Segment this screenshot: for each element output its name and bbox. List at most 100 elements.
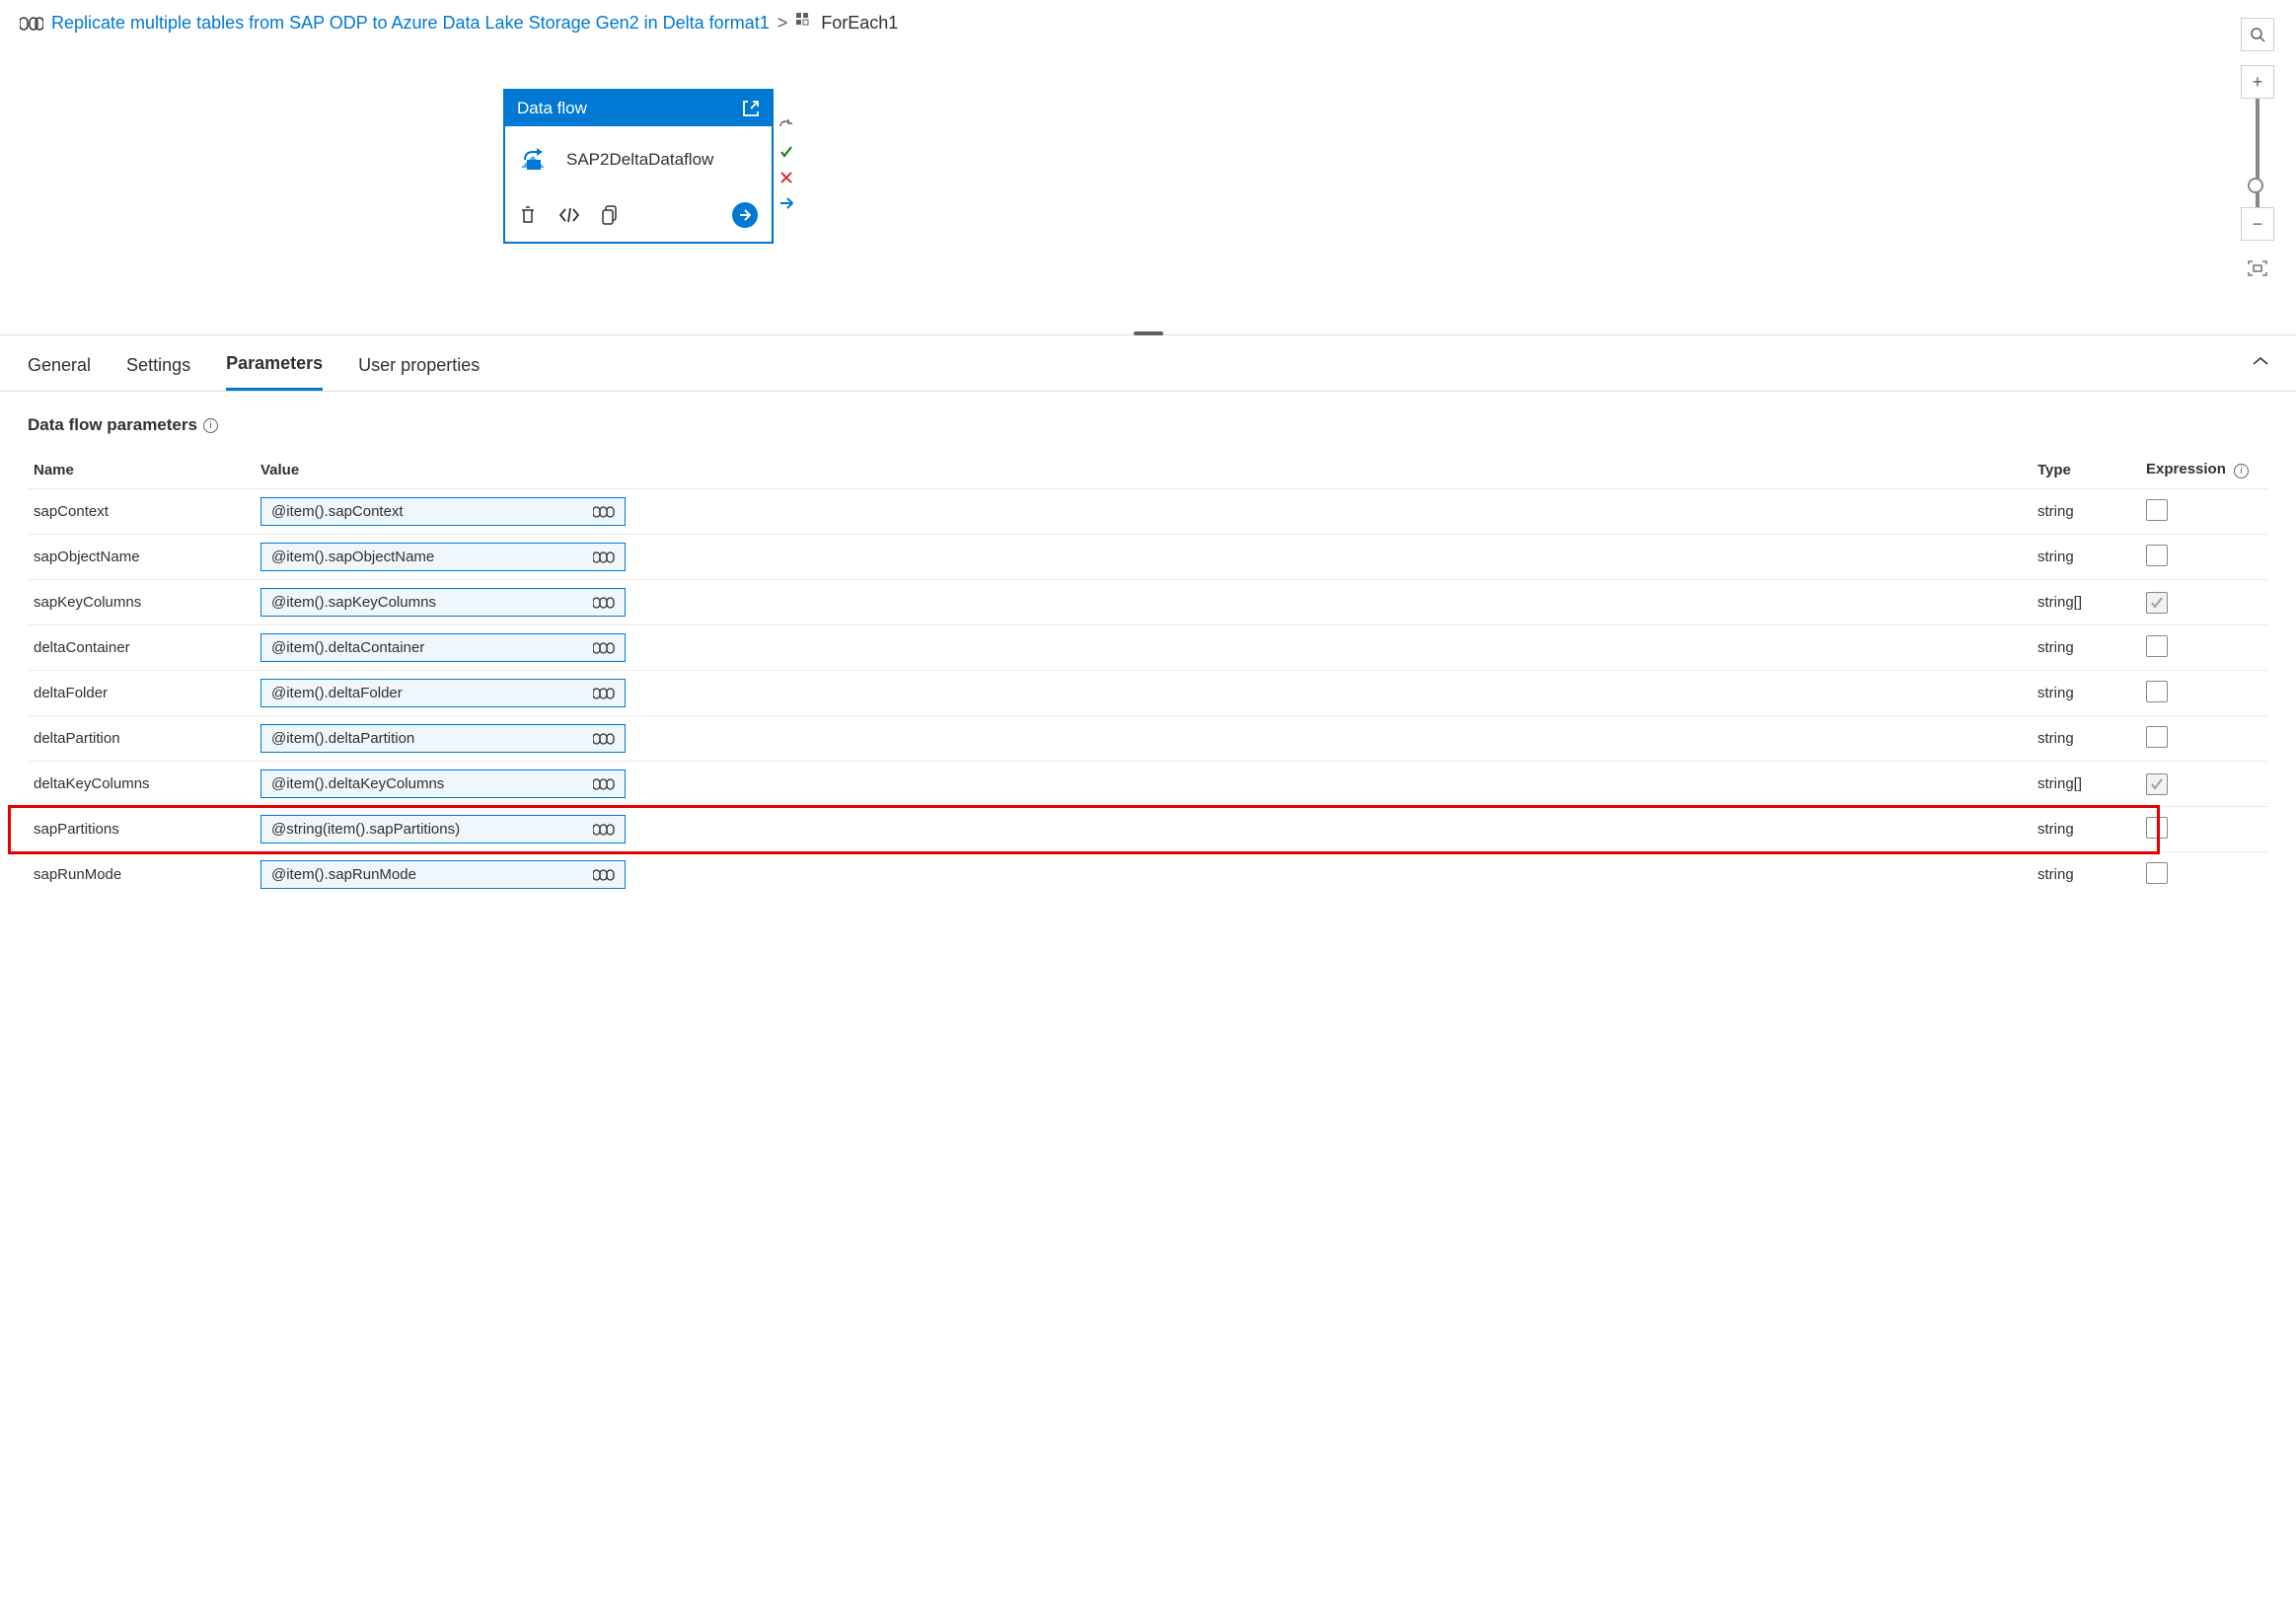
expression-text: @item().deltaContainer: [271, 639, 424, 656]
param-type: string: [2032, 716, 2140, 762]
table-row: deltaKeyColumns @item().deltaKeyColumns st…: [28, 762, 2268, 807]
expression-input[interactable]: @item().deltaFolder: [260, 679, 626, 707]
retry-icon[interactable]: [778, 118, 794, 134]
expression-checkbox[interactable]: [2146, 726, 2168, 748]
activity-footer: [505, 192, 772, 242]
param-value-cell: @item().sapRunMode: [255, 852, 2032, 898]
skip-icon[interactable]: [778, 195, 794, 211]
search-icon[interactable]: [2241, 18, 2274, 51]
pipeline-icon[interactable]: [593, 868, 615, 882]
expression-input[interactable]: @item().sapRunMode: [260, 860, 626, 889]
expression-text: @item().sapRunMode: [271, 866, 416, 883]
failure-icon[interactable]: [778, 170, 794, 185]
foreach-icon: [795, 12, 813, 35]
expression-input[interactable]: @item().deltaKeyColumns: [260, 770, 626, 798]
dataflow-icon: [519, 142, 553, 177]
pipeline-icon: [20, 15, 43, 33]
zoom-in-icon[interactable]: +: [2241, 65, 2274, 99]
pipeline-icon[interactable]: [593, 596, 615, 610]
param-type: string: [2032, 625, 2140, 671]
pipeline-icon[interactable]: [593, 823, 615, 837]
param-name: deltaKeyColumns: [28, 762, 255, 807]
copy-icon[interactable]: [602, 205, 620, 225]
param-type: string: [2032, 671, 2140, 716]
expression-checkbox[interactable]: [2146, 545, 2168, 566]
param-type: string: [2032, 489, 2140, 535]
parameters-table: Name Value Type Expression i sapContext@…: [28, 453, 2268, 897]
param-name: deltaPartition: [28, 716, 255, 762]
param-value-cell: @item().deltaContainer: [255, 625, 2032, 671]
expression-input[interactable]: @item().deltaContainer: [260, 633, 626, 662]
code-icon[interactable]: [558, 207, 580, 223]
info-icon[interactable]: i: [2234, 464, 2249, 478]
expression-input[interactable]: @item().sapKeyColumns: [260, 588, 626, 617]
open-external-icon[interactable]: [742, 100, 760, 117]
pipeline-icon[interactable]: [593, 505, 615, 519]
zoom-slider[interactable]: [2256, 99, 2259, 207]
param-name: sapKeyColumns: [28, 580, 255, 625]
expression-checkbox[interactable]: [2146, 817, 2168, 839]
pipeline-icon[interactable]: [593, 687, 615, 700]
tab-parameters[interactable]: Parameters: [226, 353, 323, 391]
success-icon[interactable]: [778, 144, 794, 160]
breadcrumb-current: ForEach1: [821, 13, 898, 34]
param-type: string: [2032, 852, 2140, 898]
param-expression-cell: [2140, 580, 2268, 625]
param-value-cell: @string(item().sapPartitions): [255, 807, 2032, 852]
tab-settings[interactable]: Settings: [126, 355, 190, 390]
pipeline-icon[interactable]: [593, 777, 615, 791]
activity-status-icons: [778, 118, 794, 211]
section-title-text: Data flow parameters: [28, 415, 197, 435]
param-type: string[]: [2032, 762, 2140, 807]
expression-input[interactable]: @item().sapObjectName: [260, 543, 626, 571]
expression-checkbox[interactable]: [2146, 681, 2168, 702]
activity-name: SAP2DeltaDataflow: [566, 150, 713, 170]
expression-text: @item().sapKeyColumns: [271, 594, 436, 611]
table-row: deltaPartition@item().deltaPartition stri…: [28, 716, 2268, 762]
tab-general[interactable]: General: [28, 355, 91, 390]
param-expression-cell: [2140, 807, 2268, 852]
expression-checkbox[interactable]: [2146, 862, 2168, 884]
design-canvas[interactable]: Replicate multiple tables from SAP ODP t…: [0, 0, 2296, 335]
param-expression-cell: [2140, 716, 2268, 762]
activity-type-label: Data flow: [517, 99, 587, 118]
breadcrumb-separator: >: [778, 13, 788, 34]
expression-checkbox: [2146, 773, 2168, 795]
param-name: deltaFolder: [28, 671, 255, 716]
collapse-panel-icon[interactable]: [2253, 353, 2268, 369]
param-expression-cell: [2140, 535, 2268, 580]
run-icon[interactable]: [732, 202, 758, 228]
info-icon[interactable]: i: [203, 418, 218, 433]
delete-icon[interactable]: [519, 205, 537, 225]
section-title: Data flow parameters i: [28, 415, 2268, 435]
pipeline-icon[interactable]: [593, 641, 615, 655]
table-row: sapObjectName@item().sapObjectNamestring: [28, 535, 2268, 580]
zoom-controls: + −: [2241, 18, 2274, 279]
param-expression-cell: [2140, 489, 2268, 535]
table-row: sapContext@item().sapContextstring: [28, 489, 2268, 535]
zoom-thumb[interactable]: [2248, 178, 2263, 193]
pipeline-icon[interactable]: [593, 732, 615, 746]
properties-tabs: General Settings Parameters User propert…: [0, 335, 2296, 392]
param-expression-cell: [2140, 852, 2268, 898]
breadcrumb-pipeline-link[interactable]: Replicate multiple tables from SAP ODP t…: [51, 13, 770, 34]
autofit-icon[interactable]: [2248, 260, 2267, 279]
tab-user-properties[interactable]: User properties: [358, 355, 480, 390]
expression-checkbox[interactable]: [2146, 635, 2168, 657]
zoom-out-icon[interactable]: −: [2241, 207, 2274, 241]
param-name: deltaContainer: [28, 625, 255, 671]
expression-text: @item().deltaKeyColumns: [271, 775, 444, 792]
activity-body: SAP2DeltaDataflow: [505, 126, 772, 192]
dataflow-activity-card[interactable]: Data flow SAP2DeltaDataflow: [503, 89, 774, 244]
param-expression-cell: [2140, 625, 2268, 671]
param-expression-cell: [2140, 762, 2268, 807]
param-value-cell: @item().sapObjectName: [255, 535, 2032, 580]
param-type: string: [2032, 535, 2140, 580]
col-header-value: Value: [255, 453, 2032, 489]
expression-input[interactable]: @item().deltaPartition: [260, 724, 626, 753]
activity-header: Data flow: [505, 91, 772, 126]
expression-input[interactable]: @string(item().sapPartitions): [260, 815, 626, 843]
expression-input[interactable]: @item().sapContext: [260, 497, 626, 526]
expression-checkbox[interactable]: [2146, 499, 2168, 521]
pipeline-icon[interactable]: [593, 550, 615, 564]
